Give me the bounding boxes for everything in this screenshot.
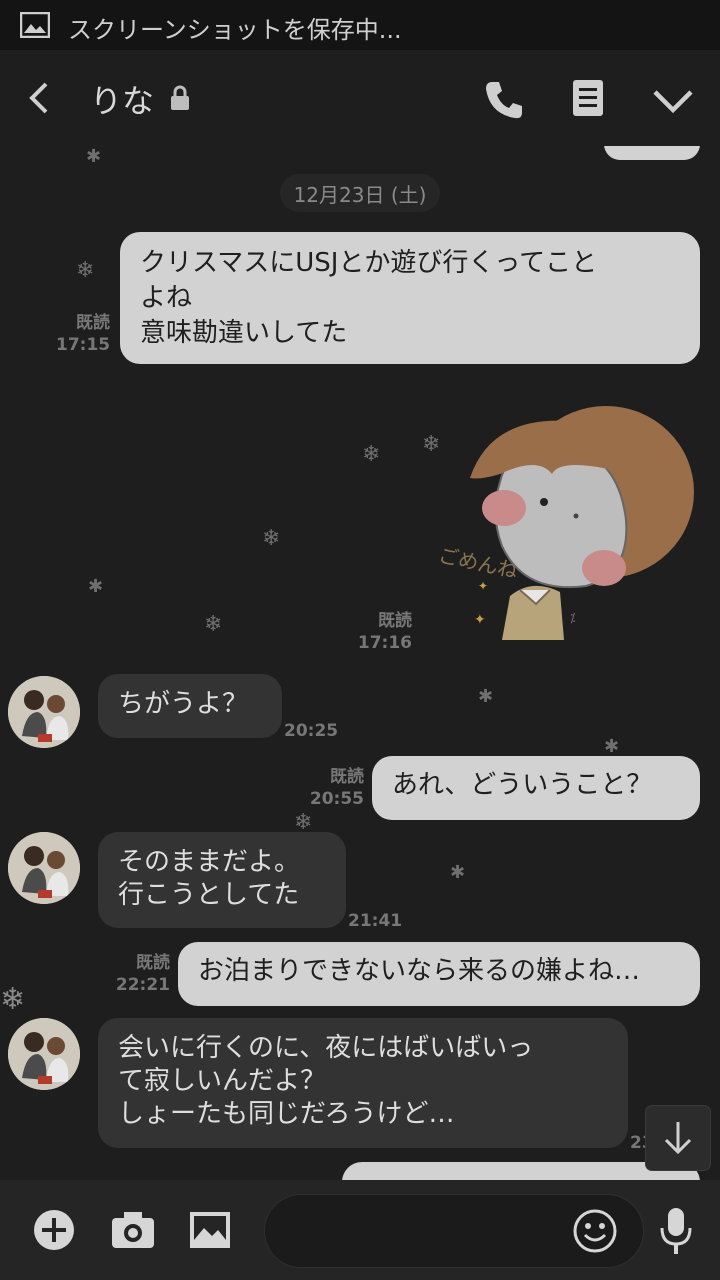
avatar-illustration-icon [8, 1018, 80, 1090]
message-meta: 既読 22:21 [114, 952, 170, 996]
message-time: 22:21 [115, 975, 170, 995]
message-meta: 既読 20:55 [308, 766, 364, 810]
contact-avatar[interactable] [8, 676, 80, 748]
snowflake-icon: ❄ [204, 612, 223, 637]
read-label: 既読 [330, 767, 364, 787]
chevron-down-icon[interactable] [650, 80, 696, 120]
read-label: 既読 [136, 953, 170, 973]
message-time: 17:15 [56, 335, 111, 355]
message-meta: 既読 17:15 [56, 312, 110, 356]
avatar-illustration-icon [8, 832, 80, 904]
snowflake-icon: ✱ [604, 736, 620, 757]
message-meta: 既読 17:16 [356, 610, 412, 654]
snowflake-icon: ❄ [262, 526, 281, 551]
snowflake-icon: ✱ [478, 686, 494, 707]
contact-avatar[interactable] [8, 1018, 80, 1090]
contact-avatar[interactable] [8, 832, 80, 904]
notification-text: スクリーンショットを保存中... [68, 16, 402, 44]
microphone-icon[interactable] [658, 1206, 694, 1256]
svg-text:✦: ✦ [478, 579, 488, 593]
image-notification-icon [20, 12, 50, 38]
snowflake-icon: ✱ [88, 576, 104, 597]
message-time: 20:55 [309, 789, 364, 809]
image-icon[interactable] [188, 1210, 232, 1250]
svg-text:⁒: ⁒ [570, 611, 575, 625]
sorry-sticker[interactable]: ごめんね ✦ ✦ ⁒ [440, 382, 700, 662]
outgoing-message-bubble[interactable]: あれ、どういうこと？ [372, 756, 700, 820]
camera-icon[interactable] [110, 1210, 156, 1250]
status-bar: スクリーンショットを保存中... [0, 0, 720, 50]
chat-header: りな [0, 50, 720, 146]
chat-area[interactable]: ✱ ❄ ❄ ❄ ❄ ✱ ❄ ✱ ✱ ❄ ✱ ❄ 12月23日 (土) クリスマス… [0, 146, 720, 1180]
avatar-illustration-icon [8, 676, 80, 748]
phone-icon[interactable] [482, 78, 526, 122]
snowflake-icon: ❄ [422, 432, 441, 457]
message-time: 21:41 [348, 911, 403, 931]
notes-icon[interactable] [570, 78, 606, 118]
snowflake-icon: ✱ [86, 146, 102, 167]
snowflake-icon: ❄ [76, 258, 95, 283]
lock-icon [171, 85, 189, 110]
previous-message-bubble [604, 146, 700, 160]
incoming-message-bubble[interactable]: ちがうよ？ [98, 674, 282, 738]
message-time: 20:25 [284, 721, 339, 741]
incoming-message-bubble[interactable]: そのままだよ。 行こうとしてた [98, 832, 346, 928]
message-time: 17:16 [357, 633, 412, 653]
arrow-down-icon [664, 1122, 692, 1155]
read-label: 既読 [76, 313, 110, 333]
snowflake-icon: ❄ [362, 442, 381, 467]
read-label: 既読 [378, 611, 412, 631]
emoji-icon[interactable] [572, 1208, 618, 1254]
message-input-bar [0, 1180, 720, 1280]
outgoing-message-bubble[interactable]: お泊まりできないなら来るの嫌よね… [178, 942, 700, 1006]
contact-name: りな [90, 82, 155, 120]
back-arrow-icon[interactable] [20, 78, 60, 118]
incoming-message-bubble[interactable]: 会いに行くのに、夜にはばいばいっ て寂しいんだよ？ しょーたも同じだろうけど… [98, 1018, 628, 1148]
plus-icon[interactable] [32, 1208, 76, 1252]
outgoing-message-bubble[interactable]: クリスマスにUSJとか遊び行くってこと よね 意味勘違いしてた [120, 232, 700, 364]
scroll-to-bottom-button[interactable] [646, 1106, 710, 1170]
date-separator: 12月23日 (土) [280, 174, 440, 212]
snowflake-icon: ✱ [450, 862, 466, 883]
snowflake-icon: ❄ [0, 982, 26, 1017]
svg-text:✦: ✦ [474, 612, 486, 628]
